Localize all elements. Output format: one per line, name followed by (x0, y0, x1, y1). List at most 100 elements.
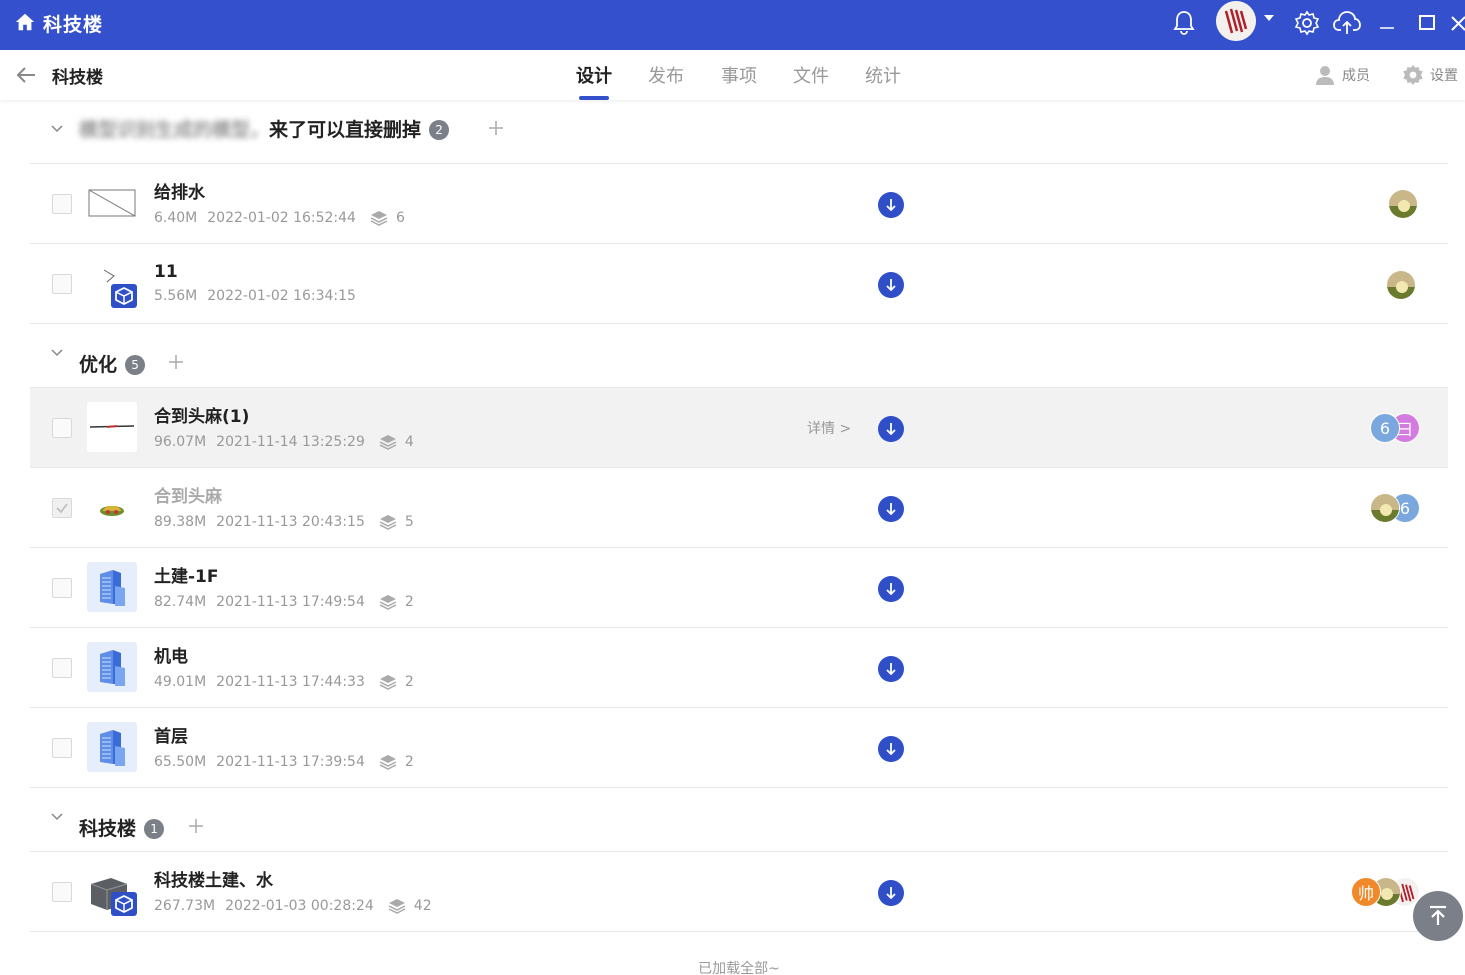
add-icon[interactable] (186, 816, 206, 836)
row-checkbox[interactable] (52, 738, 72, 758)
file-row[interactable]: 合到头麻(1) 96.07M 2021-11-14 13:25:29 4 详情 … (30, 388, 1448, 468)
file-name[interactable]: 机电 (154, 642, 188, 667)
file-date: 2022-01-03 00:28:24 (225, 898, 374, 914)
tab-files[interactable]: 文件 (793, 62, 829, 88)
tab-design[interactable]: 设计 (576, 62, 612, 88)
file-meta: 65.50M 2021-11-13 17:39:54 2 (154, 754, 414, 770)
building-icon (87, 722, 137, 772)
layer-count: 42 (388, 898, 432, 914)
row-checkbox[interactable] (52, 578, 72, 598)
file-meta: 96.07M 2021-11-14 13:25:29 4 (154, 434, 414, 450)
add-icon[interactable] (166, 352, 186, 372)
file-row[interactable]: 11 5.56M 2022-01-02 16:34:15 (30, 244, 1448, 324)
layers-icon (379, 515, 397, 530)
file-thumbnail (87, 258, 137, 308)
tab-issues[interactable]: 事项 (721, 62, 757, 88)
back-arrow-icon[interactable] (14, 63, 38, 87)
download-icon[interactable] (878, 576, 904, 602)
layer-count-value: 2 (404, 674, 414, 690)
file-name[interactable]: 给排水 (154, 178, 205, 203)
member-avatar: 帅 (1351, 877, 1381, 907)
file-size: 5.56M (154, 288, 198, 304)
caret-down-icon[interactable] (1264, 15, 1274, 21)
members-button[interactable]: 成员 (1314, 64, 1370, 86)
chevron-down-icon[interactable] (50, 122, 64, 136)
layer-count: 2 (379, 754, 414, 770)
settings-label: 设置 (1430, 68, 1458, 84)
file-row[interactable]: 机电 49.01M 2021-11-13 17:44:33 2 (30, 628, 1448, 708)
file-size: 49.01M (154, 674, 207, 690)
chevron-down-icon[interactable] (50, 810, 64, 824)
maximize-icon[interactable] (1412, 8, 1442, 38)
arrow-up-icon (1430, 905, 1446, 925)
bell-icon[interactable] (1169, 8, 1199, 38)
group-title-text: 来了可以直接删掉 (269, 119, 422, 141)
member-avatar (1386, 270, 1416, 300)
layers-icon (379, 435, 397, 450)
tab-stats[interactable]: 统计 (865, 62, 901, 88)
user-avatar[interactable] (1216, 1, 1256, 41)
group-title-obscured: 模型识别生成的模型， (79, 119, 270, 141)
row-checkbox[interactable] (52, 498, 72, 518)
title-bar: 科技楼 (0, 0, 1465, 50)
gear-icon[interactable] (1292, 8, 1322, 38)
file-date: 2022-01-02 16:52:44 (207, 210, 356, 226)
row-checkbox[interactable] (52, 882, 72, 902)
download-icon[interactable] (878, 272, 904, 298)
count-badge: 1 (144, 819, 165, 839)
add-icon[interactable] (486, 118, 506, 138)
file-name[interactable]: 科技楼土建、水 (154, 866, 273, 891)
group-title-text: 科技楼 (79, 818, 137, 840)
file-meta: 5.56M 2022-01-02 16:34:15 (154, 288, 356, 304)
row-checkbox[interactable] (52, 274, 72, 294)
tab-publish[interactable]: 发布 (648, 62, 684, 88)
file-row[interactable]: 土建-1F 82.74M 2021-11-13 17:49:54 2 (30, 548, 1448, 628)
minimize-icon[interactable] (1372, 8, 1402, 38)
building-icon (87, 642, 137, 692)
file-size: 82.74M (154, 594, 207, 610)
person-icon (1316, 66, 1334, 85)
file-row[interactable]: 给排水 6.40M 2022-01-02 16:52:44 6 (30, 164, 1448, 244)
download-icon[interactable] (878, 416, 904, 442)
file-date: 2022-01-02 16:34:15 (207, 288, 356, 304)
group-title: 模型识别生成的模型，来了可以直接删掉 2 (79, 115, 450, 142)
download-icon[interactable] (878, 656, 904, 682)
file-row[interactable]: 首层 65.50M 2021-11-13 17:39:54 2 (30, 708, 1448, 788)
file-name[interactable]: 土建-1F (154, 562, 219, 587)
download-icon[interactable] (878, 736, 904, 762)
file-size: 267.73M (154, 898, 216, 914)
file-name[interactable]: 合到头麻 (154, 482, 222, 507)
back-to-top-button[interactable] (1413, 891, 1463, 941)
row-checkbox[interactable] (52, 194, 72, 214)
download-icon[interactable] (878, 192, 904, 218)
app-title: 科技楼 (43, 14, 104, 36)
chevron-down-icon[interactable] (50, 346, 64, 360)
building-icon (87, 562, 137, 612)
member-avatar: 6 (1370, 413, 1400, 443)
file-name[interactable]: 首层 (154, 722, 188, 747)
file-row[interactable]: 合到头麻 89.38M 2021-11-13 20:43:15 5 6 (30, 468, 1448, 548)
group-title: 优化 5 (79, 350, 146, 377)
gear-icon (1403, 64, 1423, 86)
member-avatar (1388, 189, 1418, 219)
settings-button[interactable]: 设置 (1402, 64, 1458, 86)
check-icon (56, 503, 68, 514)
file-row[interactable]: 科技楼土建、水 267.73M 2022-01-03 00:28:24 42 帅 (30, 852, 1448, 932)
cloud-upload-icon[interactable] (1332, 8, 1362, 38)
row-checkbox[interactable] (52, 418, 72, 438)
row-checkbox[interactable] (52, 658, 72, 678)
layers-icon (388, 899, 406, 914)
layer-count-value: 42 (413, 898, 432, 914)
details-link[interactable]: 详情 > (807, 418, 851, 438)
layer-count-value: 6 (395, 210, 405, 226)
file-name[interactable]: 合到头麻(1) (154, 402, 249, 427)
layer-count-value: 4 (404, 434, 414, 450)
file-date: 2021-11-14 13:25:29 (216, 434, 365, 450)
download-icon[interactable] (878, 496, 904, 522)
file-meta: 89.38M 2021-11-13 20:43:15 5 (154, 514, 414, 530)
close-icon[interactable] (1448, 8, 1465, 38)
home-icon[interactable] (14, 11, 36, 33)
file-size: 6.40M (154, 210, 198, 226)
file-name[interactable]: 11 (154, 262, 178, 282)
download-icon[interactable] (878, 880, 904, 906)
